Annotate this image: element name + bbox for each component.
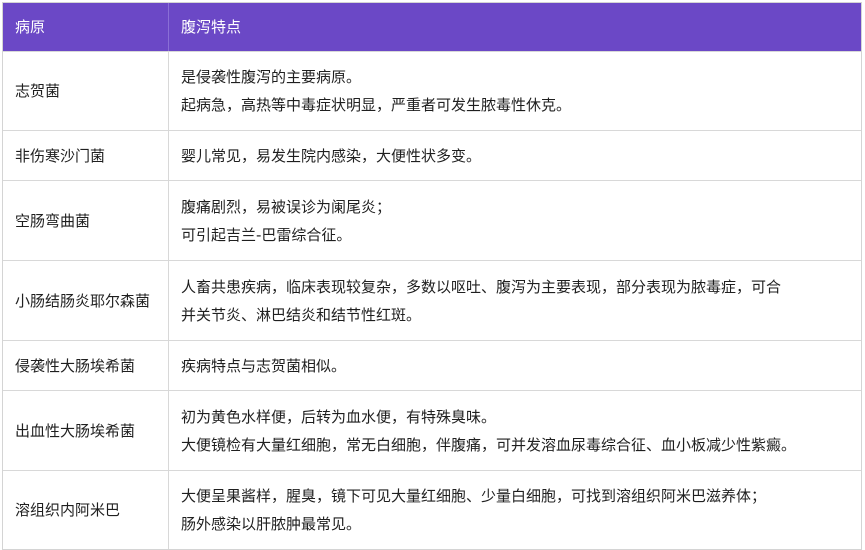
feature-cell: 人畜共患疾病，临床表现较复杂，多数以呕吐、腹泻为主要表现，部分表现为脓毒症，可合… [169,261,861,340]
pathogen-table: 病原 腹泻特点 志贺菌 是侵袭性腹泻的主要病原。 起病急，高热等中毒症状明显，严… [2,2,862,550]
feature-line: 起病急，高热等中毒症状明显，严重者可发生脓毒性休克。 [181,96,572,114]
pathogen-cell: 出血性大肠埃希菌 [3,391,169,470]
pathogen-cell: 溶组织内阿米巴 [3,471,169,549]
pathogen-cell: 志贺菌 [3,52,169,130]
feature-line: 并关节炎、淋巴结炎和结节性红斑。 [181,305,422,324]
feature-cell: 大便呈果酱样，腥臭，镜下可见大量红细胞、少量白细胞，可找到溶组织阿米巴滋养体； … [169,471,861,549]
feature-cell: 初为黄色水样便，后转为血水便，有特殊臭味。 大便镜检有大量红细胞，常无白细胞，伴… [169,391,861,470]
pathogen-name: 小肠结肠炎耶尔森菌 [15,291,151,310]
pathogen-cell: 小肠结肠炎耶尔森菌 [3,261,169,340]
feature-line: 人畜共患疾病，临床表现较复杂，多数以呕吐、腹泻为主要表现，部分表现为脓毒症，可合 [181,277,782,296]
feature-line: 肠外感染以肝脓肿最常见。 [181,515,362,533]
table-row: 志贺菌 是侵袭性腹泻的主要病原。 起病急，高热等中毒症状明显，严重者可发生脓毒性… [3,51,861,130]
table-row: 出血性大肠埃希菌 初为黄色水样便，后转为血水便，有特殊臭味。 大便镜检有大量红细… [3,390,861,470]
feature-cell: 腹痛剧烈，易被误诊为阑尾炎； 可引起吉兰-巴雷综合征。 [169,181,861,260]
pathogen-cell: 侵袭性大肠埃希菌 [3,341,169,390]
feature-line: 腹痛剧烈，易被误诊为阑尾炎； [181,197,392,216]
feature-line: 大便镜检有大量红细胞，常无白细胞，伴腹痛，可并发溶血尿毒综合征、血小板减少性紫癜… [181,435,797,454]
header-diarrhea-features: 腹泻特点 [181,18,242,36]
feature-line: 是侵袭性腹泻的主要病原。 [181,68,362,86]
feature-line: 疾病特点与志贺菌相似。 [181,356,347,375]
feature-line: 大便呈果酱样，腥臭，镜下可见大量红细胞、少量白细胞，可找到溶组织阿米巴滋养体； [181,487,767,505]
feature-cell: 是侵袭性腹泻的主要病原。 起病急，高热等中毒症状明显，严重者可发生脓毒性休克。 [169,52,861,130]
table-row: 小肠结肠炎耶尔森菌 人畜共患疾病，临床表现较复杂，多数以呕吐、腹泻为主要表现，部… [3,260,861,340]
table-row: 溶组织内阿米巴 大便呈果酱样，腥臭，镜下可见大量红细胞、少量白细胞，可找到溶组织… [3,470,861,549]
feature-line: 初为黄色水样便，后转为血水便，有特殊臭味。 [181,407,497,426]
table-row: 非伤寒沙门菌 婴儿常见，易发生院内感染，大便性状多变。 [3,130,861,180]
table-header-row: 病原 腹泻特点 [3,3,861,51]
pathogen-cell: 空肠弯曲菌 [3,181,169,260]
pathogen-cell: 非伤寒沙门菌 [3,131,169,180]
feature-cell: 婴儿常见，易发生院内感染，大便性状多变。 [169,131,861,180]
feature-line: 婴儿常见，易发生院内感染，大便性状多变。 [181,146,482,165]
feature-cell: 疾病特点与志贺菌相似。 [169,341,861,390]
table-row: 侵袭性大肠埃希菌 疾病特点与志贺菌相似。 [3,340,861,390]
feature-line: 可引起吉兰-巴雷综合征。 [181,225,352,244]
table-row: 空肠弯曲菌 腹痛剧烈，易被误诊为阑尾炎； 可引起吉兰-巴雷综合征。 [3,180,861,260]
header-pathogen: 病原 [3,3,169,51]
